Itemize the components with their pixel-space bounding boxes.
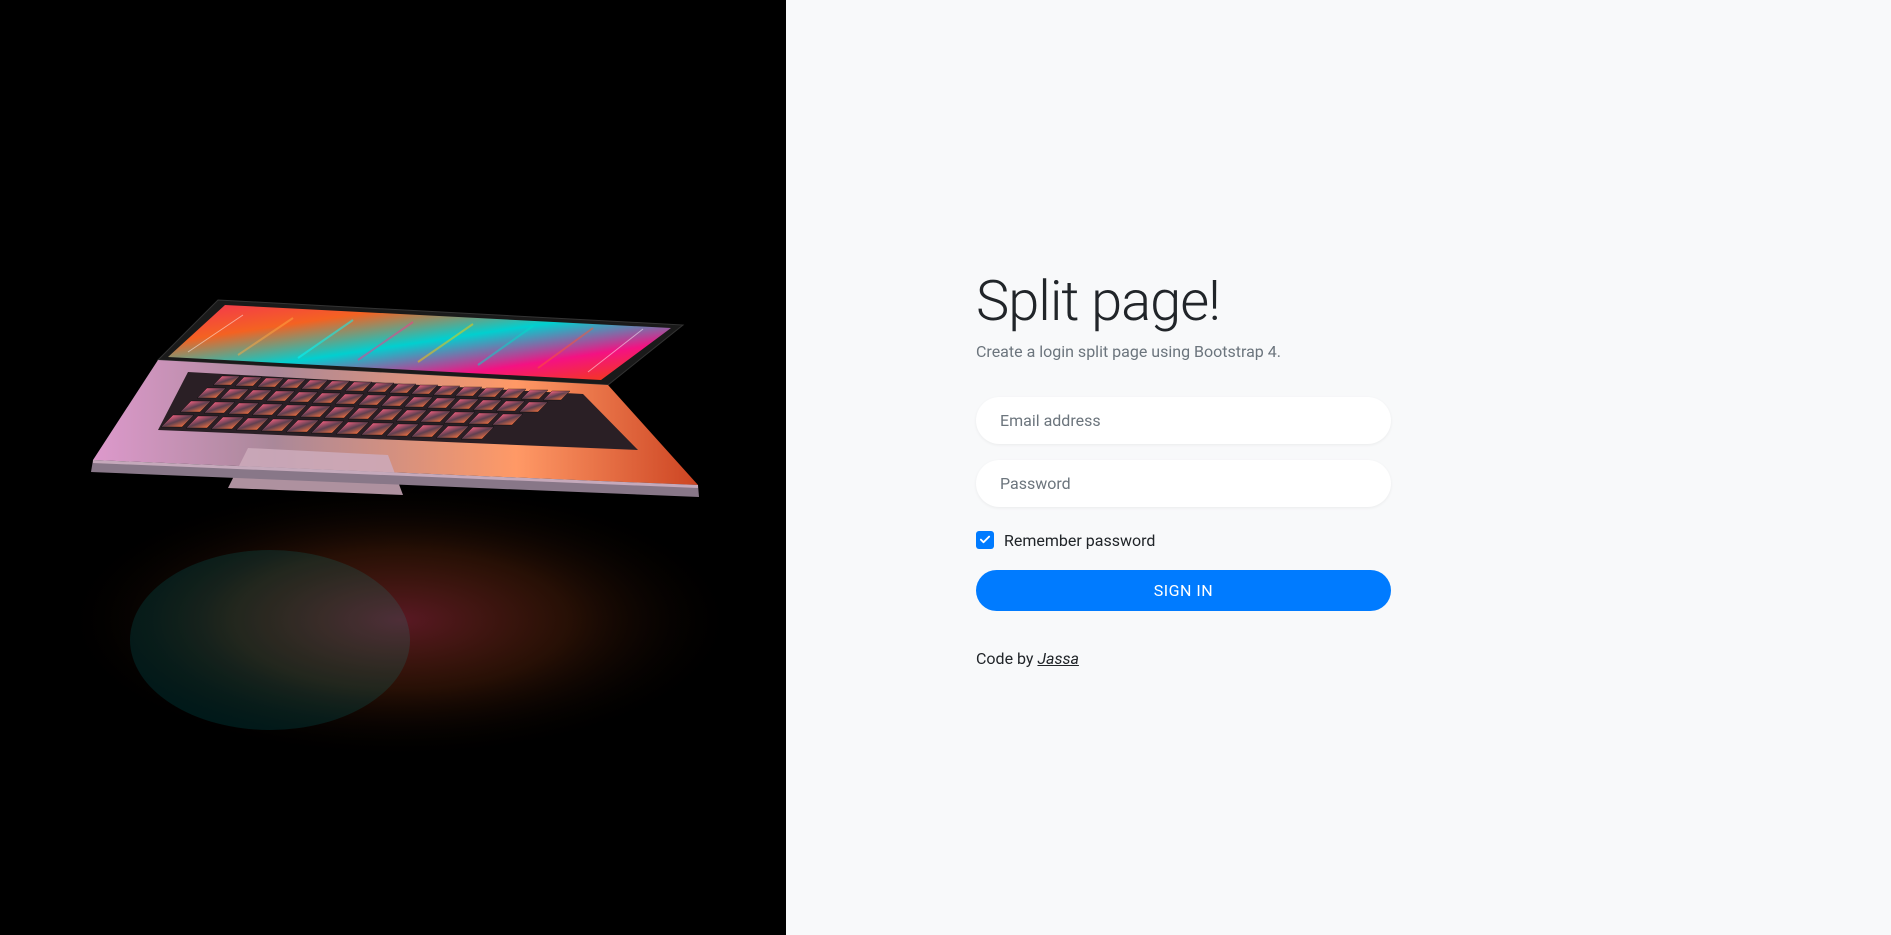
check-icon — [979, 534, 991, 546]
footer-credit: Code by Jassa — [976, 649, 1391, 668]
remember-label[interactable]: Remember password — [1004, 531, 1155, 550]
email-field[interactable] — [976, 397, 1391, 444]
signin-button[interactable]: Sign in — [976, 570, 1391, 611]
login-form-container: Split page! Create a login split page us… — [976, 268, 1391, 668]
remember-checkbox[interactable] — [976, 531, 994, 549]
footer-author-link[interactable]: Jassa — [1037, 649, 1078, 668]
page-title: Split page! — [976, 268, 1391, 334]
footer-prefix: Code by — [976, 649, 1037, 668]
remember-row: Remember password — [976, 531, 1391, 550]
password-field[interactable] — [976, 460, 1391, 507]
laptop-image — [0, 0, 786, 935]
hero-image-panel — [0, 0, 786, 935]
page-subtitle: Create a login split page using Bootstra… — [976, 342, 1391, 361]
form-panel: Split page! Create a login split page us… — [786, 0, 1891, 935]
